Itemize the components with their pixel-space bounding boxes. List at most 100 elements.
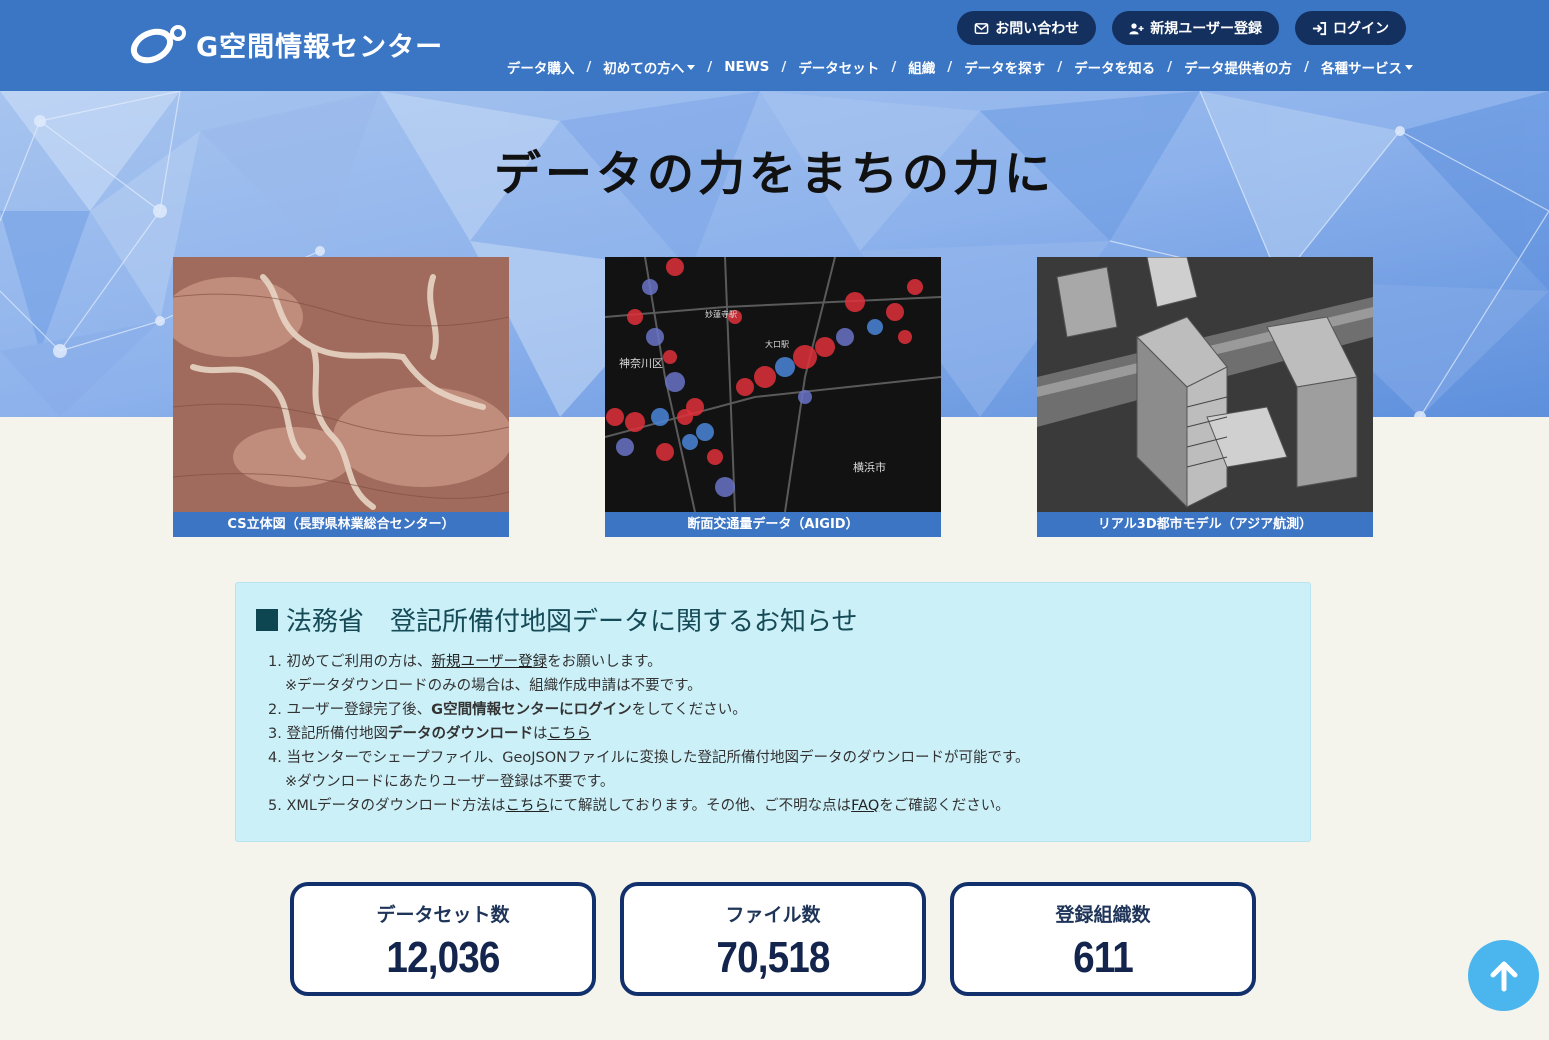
card-caption: 断面交通量データ（AIGID） (605, 512, 941, 537)
feature-card-cs-relief[interactable]: CS立体図（長野県林業総合センター） (173, 257, 509, 537)
stat-datasets: データセット数 12,036 (290, 882, 596, 996)
scroll-to-top-button[interactable] (1468, 940, 1539, 1011)
stat-files: ファイル数 70,518 (620, 882, 926, 996)
stat-value: 611 (1073, 933, 1134, 982)
caret-down-icon (1405, 64, 1413, 70)
site-header: G空間情報センター お問い合わせ 新規ユーザー登録 ログイン データ購入 / 初めて… (0, 0, 1549, 91)
notice-text: にて解説しております。その他、ご不明な点は (548, 798, 852, 814)
arrow-up-icon (1490, 961, 1517, 991)
traffic-dot (663, 350, 677, 364)
notice-item: 5. XMLデータのダウンロード方法はこちらにて解説しております。その他、ご不明… (268, 794, 1290, 818)
envelope-icon (974, 22, 989, 34)
nav-item-label: データを探す (964, 61, 1046, 77)
card-caption: リアル3D都市モデル（アジア航測） (1037, 512, 1373, 537)
nav-separator: / (1057, 59, 1063, 75)
notice-item-number: 4. (268, 750, 282, 766)
nav-item[interactable]: NEWS (724, 59, 769, 75)
traffic-dot (845, 292, 865, 312)
map-label-yokohama-shi: 横浜市 (853, 460, 886, 474)
nav-item-label: 各種サービス (1321, 61, 1402, 77)
notice-link[interactable]: こちら (547, 726, 591, 742)
stat-label: データセット数 (376, 904, 510, 926)
nav-separator: / (947, 59, 953, 75)
notice-text: 登記所備付地図 (286, 726, 388, 742)
nav-item[interactable]: 組織 (908, 57, 935, 77)
main-nav: データ購入 / 初めての方へ / NEWS / データセット / 組織 / データを探す / データを知… (507, 57, 1413, 77)
traffic-dot (606, 408, 624, 426)
notice-emphasis: データのダウンロード (387, 726, 533, 742)
notice-title: 法務省 登記所備付地図データに関するお知らせ (256, 601, 1290, 638)
traffic-dot (677, 409, 693, 425)
feature-card-3d-city-model[interactable]: リアル3D都市モデル（アジア航測） (1037, 257, 1373, 537)
notice-subnote: ※データダウンロードのみの場合は、組織作成申請は不要です。 (285, 678, 702, 694)
notice-item-number: 2. (268, 702, 282, 718)
logo-text: G空間情報センター (196, 31, 444, 63)
traffic-volume-map-image: 神奈川区 横浜市 妙蓮寺駅 大口駅 (605, 257, 941, 512)
notice-text: 初めてご利用の方は、 (286, 654, 432, 670)
notice-item-number: 3. (268, 726, 282, 742)
notice-subnote: ※ダウンロードにあたりユーザー登録は不要です。 (285, 774, 615, 790)
user-plus-icon (1129, 22, 1144, 34)
traffic-dot (815, 337, 835, 357)
notice-text: は (532, 726, 548, 742)
nav-separator: / (781, 59, 787, 75)
stat-value: 12,036 (386, 933, 500, 982)
logo-mark-icon (130, 25, 186, 64)
nav-separator: / (707, 59, 713, 75)
notice-item-number: 5. (268, 798, 282, 814)
notice-item: 4. 当センターでシェープファイル、GeoJSONファイルに変換した登記所備付地… (268, 746, 1290, 770)
traffic-dot (627, 309, 643, 325)
notice-item: 1. 初めてご利用の方は、新規ユーザー登録をお願いします。 (268, 650, 1290, 674)
stat-label: 登録組織数 (1055, 904, 1151, 926)
notice-link[interactable]: こちら (505, 798, 549, 814)
nav-item-label: データを知る (1074, 61, 1156, 77)
notice-text: をご確認ください。 (879, 798, 1010, 814)
3d-city-model-image (1037, 257, 1373, 512)
stat-value: 70,518 (716, 933, 830, 982)
register-button[interactable]: 新規ユーザー登録 (1112, 11, 1279, 45)
notice-link[interactable]: 新規ユーザー登録 (431, 654, 547, 670)
notice-text: XMLデータのダウンロード方法は (286, 798, 506, 814)
nav-item-label: 初めての方へ (603, 61, 685, 77)
notice-text: ユーザー登録完了後、 (286, 702, 432, 718)
traffic-dot (793, 345, 817, 369)
nav-item[interactable]: データ提供者の方 (1184, 57, 1292, 77)
nav-item-label: データ購入 (506, 61, 575, 77)
nav-item[interactable]: 各種サービス (1321, 57, 1413, 77)
notice-item-number: 1. (268, 654, 282, 670)
nav-item-label: NEWS (724, 59, 770, 75)
login-button-label: ログイン (1333, 21, 1389, 37)
stat-organizations: 登録組織数 611 (950, 882, 1256, 996)
traffic-dot (656, 443, 674, 461)
traffic-dot (642, 279, 658, 295)
traffic-dot (836, 328, 854, 346)
sign-in-icon (1312, 21, 1327, 35)
hero-title: データの力をまちの力に (494, 147, 1055, 202)
traffic-dot (798, 390, 812, 404)
nav-item[interactable]: データを知る (1074, 57, 1155, 77)
traffic-dot (646, 328, 664, 346)
site-logo[interactable]: G空間情報センター (130, 24, 443, 64)
card-caption: CS立体図（長野県林業総合センター） (173, 512, 509, 537)
header-actions: お問い合わせ 新規ユーザー登録 ログイン (957, 11, 1406, 45)
traffic-dot (867, 319, 883, 335)
nav-item[interactable]: 初めての方へ (603, 57, 696, 77)
feature-card-traffic-volume[interactable]: 神奈川区 横浜市 妙蓮寺駅 大口駅 断面交通量データ（AIGID） (605, 257, 941, 537)
square-bullet-icon (256, 608, 278, 631)
notice-text: をしてください。 (631, 702, 747, 718)
nav-item[interactable]: データセット (798, 57, 879, 77)
nav-item[interactable]: データを探す (964, 57, 1045, 77)
login-button[interactable]: ログイン (1295, 11, 1406, 45)
nav-item-label: 組織 (908, 61, 936, 77)
traffic-dot (665, 372, 685, 392)
nav-item-label: データセット (798, 61, 880, 77)
traffic-dot (666, 258, 684, 276)
traffic-dot (651, 408, 669, 426)
notice-link[interactable]: FAQ (851, 798, 879, 814)
traffic-dot (775, 357, 795, 377)
contact-button[interactable]: お問い合わせ (957, 11, 1097, 45)
nav-item[interactable]: データ購入 (507, 57, 575, 77)
stat-label: ファイル数 (725, 904, 821, 926)
nav-separator: / (1167, 59, 1173, 75)
traffic-dot (886, 303, 904, 321)
